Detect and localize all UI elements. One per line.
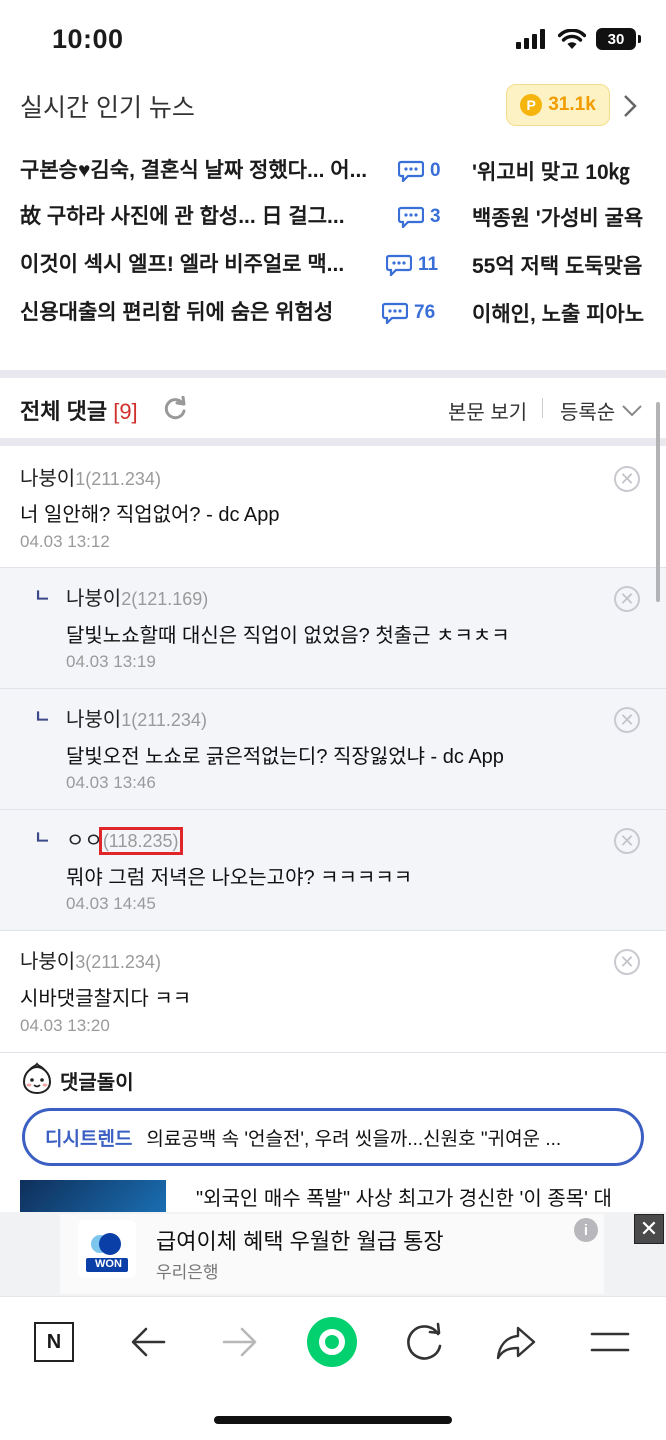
comment-bubble-icon xyxy=(398,160,424,182)
chevron-down-icon xyxy=(622,404,642,416)
comment-item: 나붕이3(211.234) 시바댓글찰지다 ㅋㅋ 04.03 13:20 ✕ xyxy=(0,931,666,1053)
comment-ip-highlighted: (118.235) xyxy=(98,827,183,855)
news-headline: 신용대출의 편리함 뒤에 숨은 위험성 xyxy=(20,301,334,324)
comment-count: 11 xyxy=(386,254,438,276)
coin-icon: P xyxy=(520,94,543,116)
menu-icon[interactable] xyxy=(584,1316,636,1368)
comment-date: 04.03 14:45 xyxy=(66,894,156,913)
reply-item: ㄴ 나붕이2(121.169) 달빛노쇼할때 대신은 직업이 없었음? 첫출근 … xyxy=(0,568,666,689)
comment-bubble-icon xyxy=(386,254,412,276)
comments-count: [9] xyxy=(113,399,138,424)
status-icons: 30 xyxy=(516,28,641,50)
news-item[interactable]: 신용대출의 편리함 뒤에 숨은 위험성 76 xyxy=(20,296,460,330)
article-title[interactable]: "외국인 매수 폭발" 사상 최고가 경신한 '이 종목' 대 xyxy=(196,1182,656,1211)
ad-title[interactable]: 급여이체 혜택 우월한 월급 통장 xyxy=(156,1224,444,1256)
comment-text: 시바댓글찰지다 ㅋㅋ xyxy=(20,988,192,1010)
comment-author: 나붕이1(211.234) xyxy=(66,709,207,731)
comment-date: 04.03 13:12 xyxy=(20,532,110,551)
news-headline: 故 구하라 사진에 관 합성... 日 걸그... xyxy=(20,205,345,228)
news-item-right[interactable]: 백종원 '가성비 굴욕 xyxy=(472,202,666,232)
comment-ip: (121.169) xyxy=(131,589,209,609)
reply-item: ㄴ 나붕이1(211.234) 달빛오전 노쇼로 긁은적없는디? 직장잃었냐 -… xyxy=(0,689,666,810)
won-logo-text: WON xyxy=(95,1258,122,1270)
news-item[interactable]: 故 구하라 사진에 관 합성... 日 걸그... 3 xyxy=(20,200,460,234)
comment-author: ㅇㅇ(118.235) xyxy=(66,827,183,855)
comment-date: 04.03 13:46 xyxy=(66,773,156,792)
page-title: 실시간 인기 뉴스 xyxy=(20,94,195,122)
reply-indicator-icon: ㄴ xyxy=(34,828,51,848)
comment-ip: (211.234) xyxy=(131,710,207,730)
green-home-icon[interactable] xyxy=(306,1316,358,1368)
back-arrow-icon[interactable] xyxy=(122,1316,174,1368)
news-item[interactable]: 구본승♥김숙, 결혼식 날짜 정했다... 어... 0 xyxy=(20,154,460,188)
home-indicator[interactable] xyxy=(214,1416,452,1424)
refresh-icon[interactable] xyxy=(162,396,188,422)
news-item-right[interactable]: 55억 저택 도둑맞음 xyxy=(472,250,666,280)
forward-arrow-icon[interactable] xyxy=(214,1316,266,1368)
comment-date: 04.03 13:19 xyxy=(66,652,156,671)
info-icon[interactable]: i xyxy=(574,1218,598,1242)
comment-count: 76 xyxy=(382,302,435,324)
reply-indicator-icon: ㄴ xyxy=(34,586,51,606)
comment-author: 나붕이1(211.234) xyxy=(20,468,161,490)
news-headline: 구본승♥김숙, 결혼식 날짜 정했다... 어... xyxy=(20,159,368,182)
delete-comment-icon[interactable]: ✕ xyxy=(614,586,640,612)
news-item[interactable]: 이것이 섹시 엘프! 엘라 비주얼로 맥... 11 xyxy=(20,248,460,282)
comment-author: 나붕이3(211.234) xyxy=(20,951,161,973)
n-icon: N xyxy=(34,1322,74,1362)
reload-icon[interactable] xyxy=(398,1316,450,1368)
trend-text: 의료공백 속 '언슬전', 우려 씻을까...신원호 "귀여운 ... xyxy=(146,1128,562,1150)
scrollbar[interactable] xyxy=(656,402,660,602)
delete-comment-icon[interactable]: ✕ xyxy=(614,949,640,975)
comment-date: 04.03 13:20 xyxy=(20,1016,110,1035)
section-divider xyxy=(0,438,666,446)
status-time: 10:00 xyxy=(52,24,124,54)
view-body-link[interactable]: 본문 보기 xyxy=(448,396,527,425)
sort-dropdown[interactable]: 등록순 xyxy=(560,396,643,425)
close-ad-icon[interactable]: ✕ xyxy=(634,1214,664,1244)
trend-tag: 디시트렌드 xyxy=(45,1128,133,1150)
naver-home-button[interactable]: N xyxy=(28,1316,80,1368)
reply-item: ㄴ ㅇㅇ(118.235) 뭐야 그럼 저녁은 나오는고야? ㅋㅋㅋㅋㅋ 04.… xyxy=(0,810,666,931)
divider xyxy=(542,398,543,418)
points-value: 31.1k xyxy=(548,94,596,115)
trend-banner[interactable]: 디시트렌드 의료공백 속 '언슬전', 우려 씻을까...신원호 "귀여운 ..… xyxy=(22,1108,644,1166)
comment-text: 달빛오전 노쇼로 긁은적없는디? 직장잃었냐 - dc App xyxy=(66,746,504,768)
comment-count: 0 xyxy=(398,160,441,182)
news-item-right[interactable]: '위고비 맞고 10㎏ xyxy=(472,156,666,186)
comment-bot-label: 댓글돌이 xyxy=(60,1072,134,1094)
news-item-right[interactable]: 이해인, 노출 피아노 xyxy=(472,298,666,328)
comment-bubble-icon xyxy=(398,206,424,228)
battery-icon: 30 xyxy=(596,28,641,50)
comment-text: 너 일안해? 직업없어? - dc App xyxy=(20,504,280,526)
comments-title: 전체 댓글 [9] xyxy=(20,399,138,424)
signal-icon xyxy=(516,29,545,49)
comment-bubble-icon xyxy=(382,302,408,324)
comment-ip: (211.234) xyxy=(85,952,161,972)
comment-item: 나붕이1(211.234) 너 일안해? 직업없어? - dc App 04.0… xyxy=(0,446,666,568)
delete-comment-icon[interactable]: ✕ xyxy=(614,466,640,492)
reply-indicator-icon: ㄴ xyxy=(34,707,51,727)
comment-author: 나붕이2(121.169) xyxy=(66,588,209,610)
wifi-icon xyxy=(558,29,586,49)
ad-sponsor: 우리은행 xyxy=(156,1263,219,1282)
section-divider xyxy=(0,370,666,378)
news-headline: 이것이 섹시 엘프! 엘라 비주얼로 맥... xyxy=(20,253,345,276)
chevron-right-icon[interactable] xyxy=(620,92,640,120)
delete-comment-icon[interactable]: ✕ xyxy=(614,828,640,854)
share-icon[interactable] xyxy=(490,1316,542,1368)
comment-ip: (211.234) xyxy=(85,469,161,489)
comment-text: 뭐야 그럼 저녁은 나오는고야? ㅋㅋㅋㅋㅋ xyxy=(66,867,413,889)
news-list: 구본승♥김숙, 결혼식 날짜 정했다... 어... 0 '위고비 맞고 10㎏… xyxy=(0,154,666,334)
points-badge[interactable]: P 31.1k xyxy=(506,84,610,126)
woori-logo: WON xyxy=(78,1220,136,1278)
article-thumbnail[interactable] xyxy=(20,1180,166,1214)
comment-count: 3 xyxy=(398,206,441,228)
delete-comment-icon[interactable]: ✕ xyxy=(614,707,640,733)
comment-text: 달빛노쇼할때 대신은 직업이 없었음? 첫출근 ㅊㅋㅊㅋ xyxy=(66,625,510,647)
comment-bot-icon xyxy=(22,1062,52,1095)
